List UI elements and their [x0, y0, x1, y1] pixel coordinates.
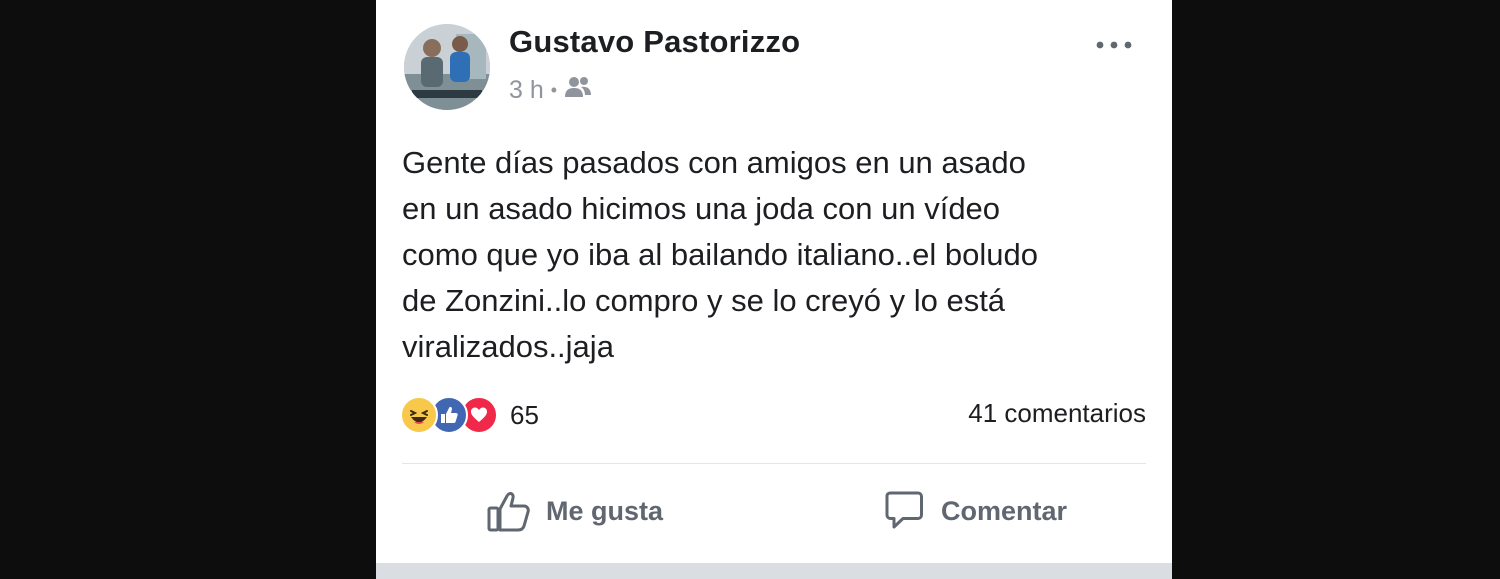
screenshot-stage: Gustavo Pastorizzo 3 h • Gente días pasa…: [0, 0, 1500, 579]
post-meta: 3 h •: [509, 76, 592, 105]
post-body-line: como que yo iba al bailando italiano..el…: [402, 237, 1038, 272]
post-body-line: en un asado hicimos una joda con un víde…: [402, 191, 1001, 226]
comments-count[interactable]: 41 comentarios: [968, 398, 1146, 429]
thumbs-up-icon: [487, 492, 530, 532]
more-options-icon: [1096, 41, 1132, 49]
friends-icon: [564, 76, 592, 105]
reactions-summary[interactable]: 65: [400, 396, 539, 434]
actions-divider: [402, 463, 1146, 464]
comment-label: Comentar: [941, 495, 1068, 526]
more-options-button[interactable]: [1092, 30, 1136, 60]
meta-separator: •: [550, 80, 558, 100]
post-body-line: Gente días pasados con amigos en un asad…: [402, 145, 1026, 180]
post-body: Gente días pasados con amigos en un asad…: [402, 140, 1152, 370]
post-body-line: viralizados..jaja: [402, 329, 614, 364]
reactions-count: 65: [510, 399, 539, 430]
card-bottom-separator: [376, 563, 1172, 579]
post-body-line: de Zonzini..lo compro y se lo creyó y lo…: [402, 283, 1006, 318]
comment-button[interactable]: Comentar: [881, 488, 1067, 534]
facebook-post-card: Gustavo Pastorizzo 3 h • Gente días pasa…: [376, 0, 1172, 579]
post-time[interactable]: 3 h: [509, 76, 544, 105]
comment-bubble-icon: [885, 491, 923, 529]
like-label: Me gusta: [546, 495, 664, 526]
like-button[interactable]: Me gusta: [486, 488, 663, 534]
author-name[interactable]: Gustavo Pastorizzo: [509, 24, 800, 60]
haha-icon: [400, 396, 438, 434]
author-avatar[interactable]: [404, 24, 490, 110]
avatar-photo: [404, 24, 490, 110]
